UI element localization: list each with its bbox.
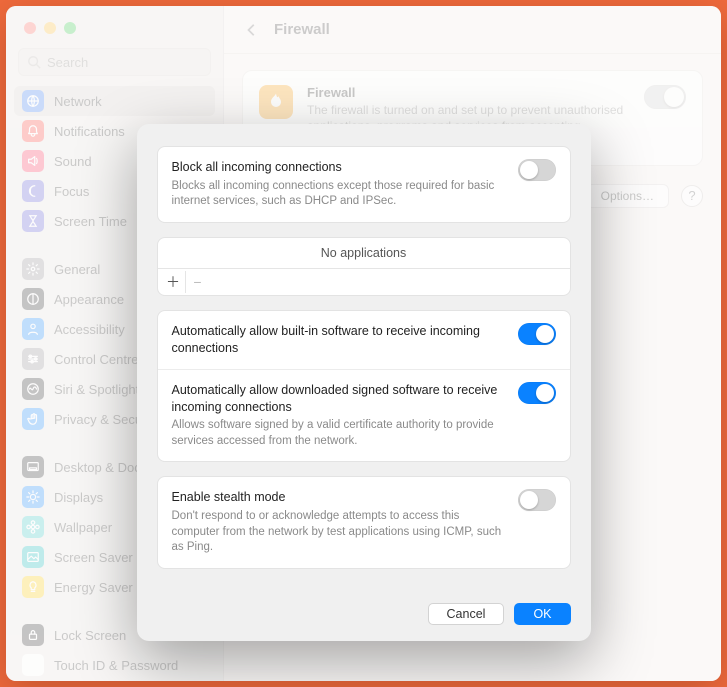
- applications-panel: No applications ＋ −: [157, 237, 571, 296]
- stealth-title: Enable stealth mode: [172, 489, 504, 506]
- ok-button[interactable]: OK: [514, 603, 570, 625]
- add-application-button[interactable]: ＋: [162, 271, 186, 293]
- block-all-desc: Blocks all incoming connections except t…: [172, 179, 504, 210]
- block-all-toggle[interactable]: [518, 159, 556, 181]
- firewall-options-sheet: Block all incoming connections Blocks al…: [137, 124, 591, 641]
- auto-builtin-title: Automatically allow built-in software to…: [172, 323, 504, 357]
- auto-signed-title: Automatically allow downloaded signed so…: [172, 382, 504, 416]
- block-all-title: Block all incoming connections: [172, 159, 504, 176]
- block-all-panel: Block all incoming connections Blocks al…: [157, 146, 571, 223]
- remove-application-button[interactable]: −: [186, 271, 210, 293]
- stealth-toggle[interactable]: [518, 489, 556, 511]
- auto-builtin-toggle[interactable]: [518, 323, 556, 345]
- applications-add-remove: ＋ −: [158, 268, 570, 295]
- auto-allow-panel: Automatically allow built-in software to…: [157, 310, 571, 463]
- cancel-button[interactable]: Cancel: [428, 603, 505, 625]
- applications-empty-label: No applications: [158, 238, 570, 268]
- system-settings-window: Search NetworkNotificationsSoundFocusScr…: [6, 6, 721, 681]
- stealth-desc: Don't respond to or acknowledge attempts…: [172, 509, 504, 556]
- stealth-panel: Enable stealth mode Don't respond to or …: [157, 476, 571, 568]
- auto-signed-desc: Allows software signed by a valid certif…: [172, 418, 504, 449]
- auto-signed-toggle[interactable]: [518, 382, 556, 404]
- modal-dimmer: Block all incoming connections Blocks al…: [6, 6, 721, 681]
